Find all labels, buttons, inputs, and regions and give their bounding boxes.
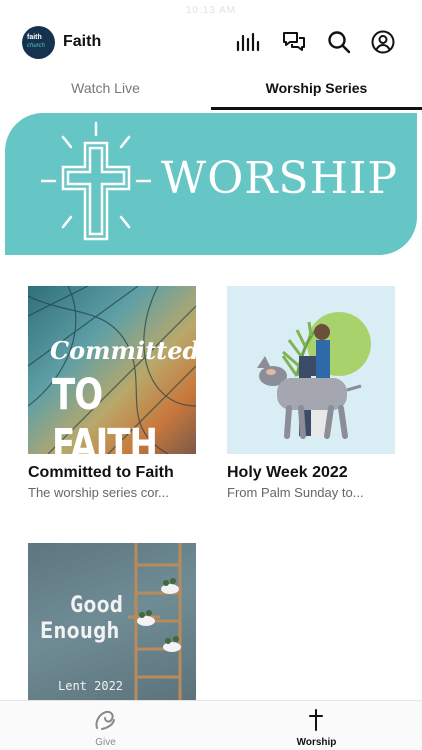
series-card-good-enough[interactable]: Good Enough Lent 2022 [28, 543, 198, 711]
series-title: Holy Week 2022 [227, 464, 348, 481]
nav-worship[interactable]: Worship [211, 701, 422, 750]
palm-sunday-illustration [257, 312, 371, 439]
banner-title: WORSHIP [161, 153, 398, 204]
nav-give[interactable]: Give [0, 701, 211, 750]
artwork-text-good: Good [70, 593, 123, 618]
bar-chart-icon[interactable] [236, 30, 260, 54]
series-artwork: Committed TO FAITH [28, 286, 196, 454]
cross-icon [309, 709, 323, 731]
cross-burst-icon [41, 121, 151, 241]
series-artwork: Good Enough Lent 2022 [28, 543, 196, 711]
worship-banner: WORSHIP [5, 113, 417, 255]
app-title: Faith [63, 33, 102, 50]
nav-label: Give [95, 737, 116, 748]
artwork-text-to-faith: TO FAITH [52, 370, 158, 454]
search-icon[interactable] [327, 30, 351, 54]
bottom-nav: Give Worship [0, 700, 422, 750]
tab-watch-live[interactable]: Watch Live [0, 70, 211, 110]
tab-bar: Watch Live Worship Series [0, 70, 422, 110]
logo-subtext: church [27, 43, 46, 49]
nav-label: Worship [296, 737, 337, 748]
series-card-committed[interactable]: Committed TO FAITH Committed to Faith Th… [28, 286, 198, 500]
give-icon [95, 710, 115, 730]
artwork-text-lent: Lent 2022 [58, 679, 124, 693]
series-title: Committed to Faith [28, 464, 174, 481]
profile-icon[interactable] [371, 30, 395, 54]
tab-worship-series[interactable]: Worship Series [211, 70, 422, 110]
artwork-text-committed: Committed [50, 336, 196, 365]
series-subtitle: From Palm Sunday to... [227, 485, 364, 500]
logo-text: faith [27, 34, 42, 41]
church-logo[interactable]: faith church [22, 26, 55, 59]
series-artwork [227, 286, 395, 454]
artwork-text-enough: Enough [40, 619, 120, 644]
app-header: faith church Faith [0, 24, 422, 64]
chat-icon[interactable] [282, 30, 306, 54]
series-subtitle: The worship series cor... [28, 485, 169, 500]
series-card-holy-week[interactable]: Holy Week 2022 From Palm Sunday to... [227, 286, 397, 500]
status-time: 10:13 AM [185, 5, 237, 16]
